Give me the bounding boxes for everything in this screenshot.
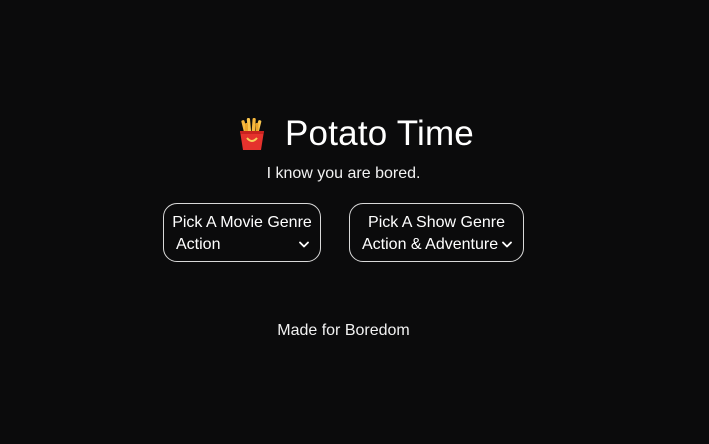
show-genre-picker: Pick A Show Genre Action & Adventure — [349, 203, 524, 262]
tagline: I know you are bored. — [266, 165, 421, 182]
footer-text: Made for Boredom — [277, 322, 410, 339]
movie-genre-label: Pick A Movie Genre — [172, 214, 312, 231]
chevron-down-icon — [299, 241, 309, 248]
page: Potato Time I know you are bored. Pick A… — [0, 0, 709, 444]
header: Potato Time — [0, 112, 709, 156]
show-genre-label: Pick A Show Genre — [368, 214, 505, 231]
show-genre-selected-value: Action & Adventure — [362, 236, 499, 253]
show-genre-select[interactable]: Action & Adventure — [350, 234, 523, 256]
movie-genre-selected-value: Action — [176, 236, 221, 253]
movie-genre-picker: Pick A Movie Genre Action — [163, 203, 321, 262]
french-fries-icon — [240, 117, 265, 150]
movie-genre-select[interactable]: Action — [164, 234, 320, 256]
chevron-down-icon — [502, 241, 512, 248]
app-title: Potato Time — [285, 114, 474, 153]
